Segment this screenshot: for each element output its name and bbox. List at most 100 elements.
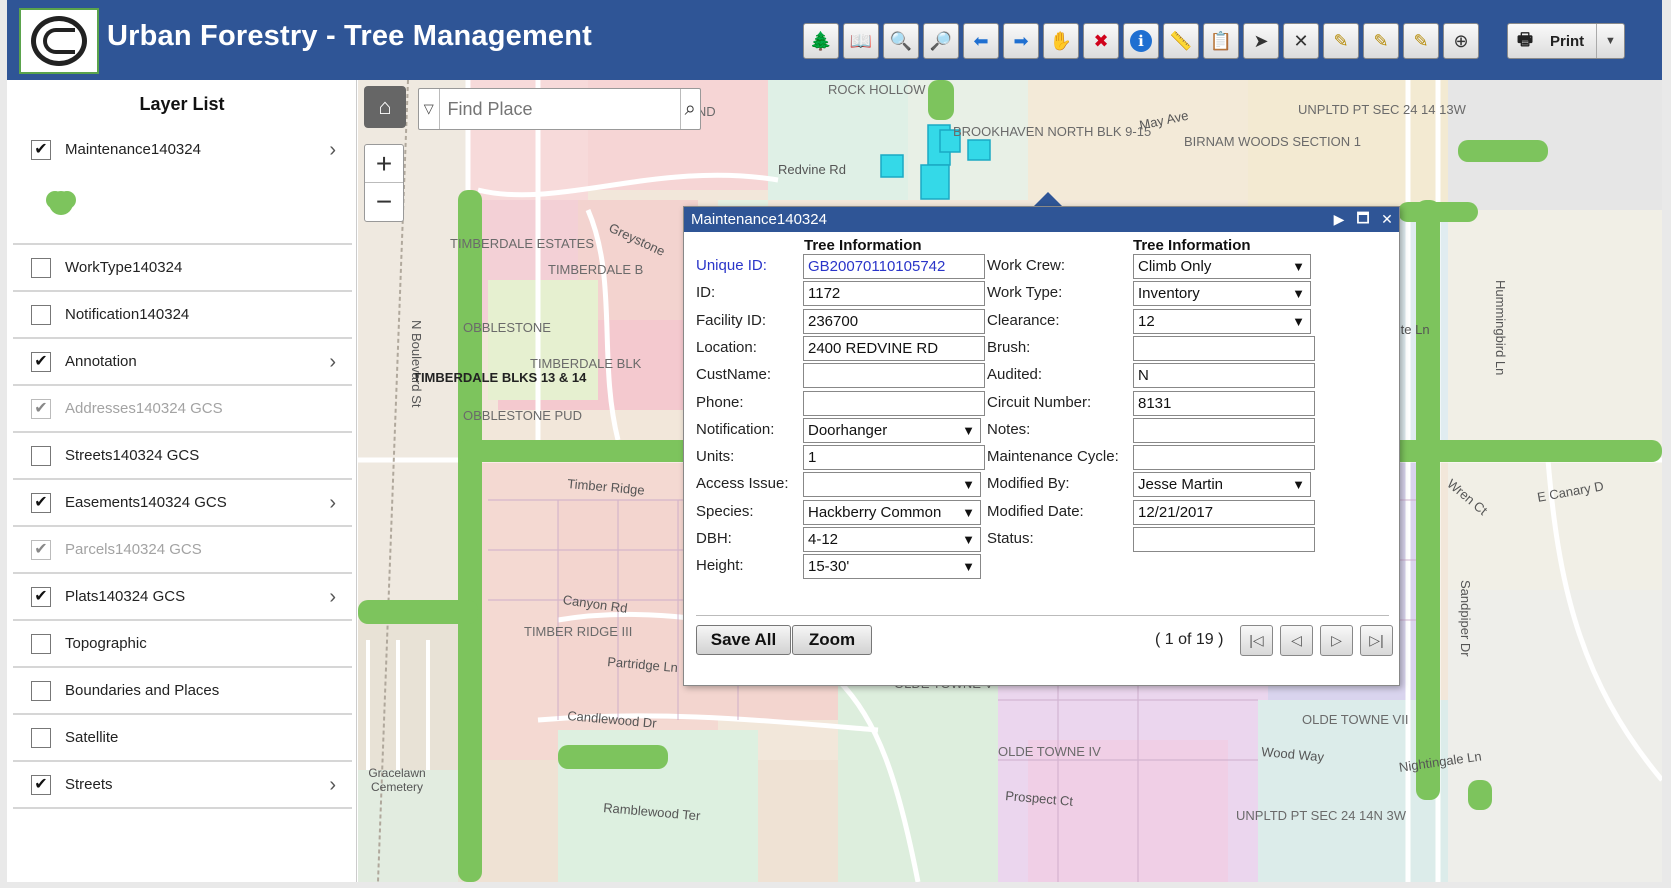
chevron-right-icon[interactable]: › <box>329 492 336 515</box>
layer-checkbox[interactable] <box>31 634 51 654</box>
search-source-dropdown[interactable]: ▽ <box>419 89 440 129</box>
close-icon[interactable]: ✕ <box>1375 211 1399 228</box>
save-all-button[interactable]: Save All <box>696 625 791 655</box>
app-logo <box>19 8 99 74</box>
layer-name: Annotation <box>65 353 137 370</box>
home-button[interactable]: ⌂ <box>364 86 406 128</box>
layer-item[interactable]: ✔ Maintenance140324 › <box>13 127 352 245</box>
field-input[interactable]: 8131 <box>1133 390 1315 416</box>
layer-item[interactable]: Boundaries and Places <box>13 668 352 715</box>
field-input[interactable] <box>1133 335 1315 361</box>
field-select[interactable]: Inventory ▼ <box>1133 281 1311 307</box>
field-select[interactable]: 4-12 ▼ <box>803 527 981 552</box>
tree-tool-button[interactable]: 🌲 <box>803 23 839 59</box>
field-input[interactable]: 2400 REDVINE RD <box>803 335 985 361</box>
previous-page-button[interactable]: ◁ <box>1280 625 1313 656</box>
next-extent-icon: ➡ <box>1013 30 1029 51</box>
next-extent-button[interactable]: ➡ <box>1003 23 1039 59</box>
identify-info-button[interactable]: ℹ <box>1123 23 1159 59</box>
field-input[interactable] <box>803 390 985 416</box>
field-select[interactable]: 12 ▼ <box>1133 308 1311 334</box>
field-input[interactable] <box>1133 417 1315 443</box>
map-label: TIMBER RIDGE III <box>524 624 633 639</box>
layer-checkbox[interactable]: ✔ <box>31 399 51 419</box>
clear-selection-button[interactable]: ✕ <box>1283 23 1319 59</box>
layer-item[interactable]: Topographic <box>13 621 352 668</box>
layer-item[interactable]: Satellite <box>13 715 352 762</box>
attribute-table-button[interactable]: 📋 <box>1203 23 1239 59</box>
edit-pencil-3-button[interactable]: ✎ <box>1403 23 1439 59</box>
layer-item[interactable]: ✔ Addresses140324 GCS <box>13 386 352 433</box>
layer-item[interactable]: ✔ Streets › <box>13 762 352 809</box>
layer-checkbox[interactable]: ✔ <box>31 493 51 513</box>
field-select[interactable]: Hackberry Common ▼ <box>803 499 981 525</box>
field-input[interactable]: 12/21/2017 <box>1133 499 1315 525</box>
edit-pencil-button[interactable]: ✎ <box>1323 23 1359 59</box>
layer-item[interactable]: WorkType140324 <box>13 245 352 292</box>
layer-checkbox[interactable] <box>31 728 51 748</box>
layer-item[interactable]: ✔ Parcels140324 GCS <box>13 527 352 574</box>
next-page-button[interactable]: ▷ <box>1320 625 1353 656</box>
chevron-right-icon[interactable]: › <box>329 774 336 797</box>
field-select[interactable]: Jesse Martin ▼ <box>1133 472 1311 498</box>
field-label: Phone: <box>696 393 744 411</box>
layer-checkbox[interactable]: ✔ <box>31 775 51 795</box>
layer-item[interactable]: ✔ Easements140324 GCS › <box>13 480 352 527</box>
print-dropdown-icon[interactable]: ▼ <box>1596 24 1624 58</box>
print-button[interactable]: 🖶 Print ▼ <box>1507 23 1625 59</box>
layer-checkbox[interactable]: ✔ <box>31 587 51 607</box>
select-arrow-button[interactable]: ➤ <box>1243 23 1279 59</box>
next-feature-arrow-icon[interactable]: ▶ <box>1327 211 1351 228</box>
field-input[interactable]: 1172 <box>803 281 985 307</box>
field-label: Facility ID: <box>696 311 767 329</box>
measure-tool-button[interactable]: 📏 <box>1163 23 1199 59</box>
zoom-out-button[interactable]: − <box>365 183 403 221</box>
chevron-down-icon: ▼ <box>962 532 975 547</box>
last-page-button[interactable]: ▷| <box>1360 625 1393 656</box>
field-select[interactable]: Climb Only ▼ <box>1133 254 1311 279</box>
layer-item[interactable]: ✔ Annotation › <box>13 339 352 386</box>
layer-checkbox[interactable]: ✔ <box>31 540 51 560</box>
maximize-icon[interactable]: 🗖 <box>1351 208 1375 232</box>
layer-checkbox[interactable] <box>31 305 51 325</box>
add-feature-button[interactable]: ⊕ <box>1443 23 1479 59</box>
field-select[interactable]: 15-30' ▼ <box>803 554 981 580</box>
layer-checkbox[interactable]: ✔ <box>31 352 51 372</box>
clear-red-x-button[interactable]: ✖ <box>1083 23 1119 59</box>
field-label: Maintenance Cycle: <box>987 448 1119 466</box>
field-input[interactable] <box>1133 445 1315 471</box>
field-input[interactable]: 236700 <box>803 308 985 334</box>
layer-checkbox[interactable] <box>31 258 51 278</box>
field-input[interactable]: 1 <box>803 445 985 471</box>
zoom-in-button[interactable]: + <box>365 145 403 183</box>
layer-checkbox[interactable]: ✔ <box>31 140 51 160</box>
zoom-in-tool-button[interactable]: 🔍 <box>883 23 919 59</box>
field-label: CustName: <box>696 366 772 384</box>
chevron-right-icon[interactable]: › <box>329 139 336 162</box>
layer-item[interactable]: Notification140324 <box>13 292 352 339</box>
bookmark-tool-button[interactable]: 📖 <box>843 23 879 59</box>
layer-checkbox[interactable] <box>31 446 51 466</box>
app-header: Urban Forestry - Tree Management 🌲 📖 🔍 🔎 ⬅ ➡ ✋… <box>7 0 1662 80</box>
field-select[interactable]: ▼ <box>803 472 981 498</box>
search-button[interactable]: ⌕ <box>679 89 701 129</box>
pan-hand-button[interactable]: ✋ <box>1043 23 1079 59</box>
zoom-out-tool-button[interactable]: 🔎 <box>923 23 959 59</box>
first-page-button[interactable]: |◁ <box>1240 625 1273 656</box>
zoom-button[interactable]: Zoom <box>792 625 872 655</box>
layer-checkbox[interactable] <box>31 681 51 701</box>
search-input[interactable] <box>439 89 680 129</box>
layer-item[interactable]: Streets140324 GCS <box>13 433 352 480</box>
chevron-right-icon[interactable]: › <box>329 351 336 374</box>
feature-popup: Maintenance140324 ▶ 🗖 ✕ Tree Information… <box>683 206 1400 686</box>
field-input[interactable]: GB20070110105742 <box>803 254 985 279</box>
field-input[interactable]: N <box>1133 363 1315 389</box>
field-select[interactable]: Doorhanger ▼ <box>803 417 981 443</box>
field-input[interactable] <box>803 363 985 389</box>
edit-pencil-3-icon: ✎ <box>1413 30 1429 51</box>
previous-extent-button[interactable]: ⬅ <box>963 23 999 59</box>
edit-pencil-2-button[interactable]: ✎ <box>1363 23 1399 59</box>
chevron-right-icon[interactable]: › <box>329 586 336 609</box>
field-input[interactable] <box>1133 527 1315 552</box>
layer-item[interactable]: ✔ Plats140324 GCS › <box>13 574 352 621</box>
